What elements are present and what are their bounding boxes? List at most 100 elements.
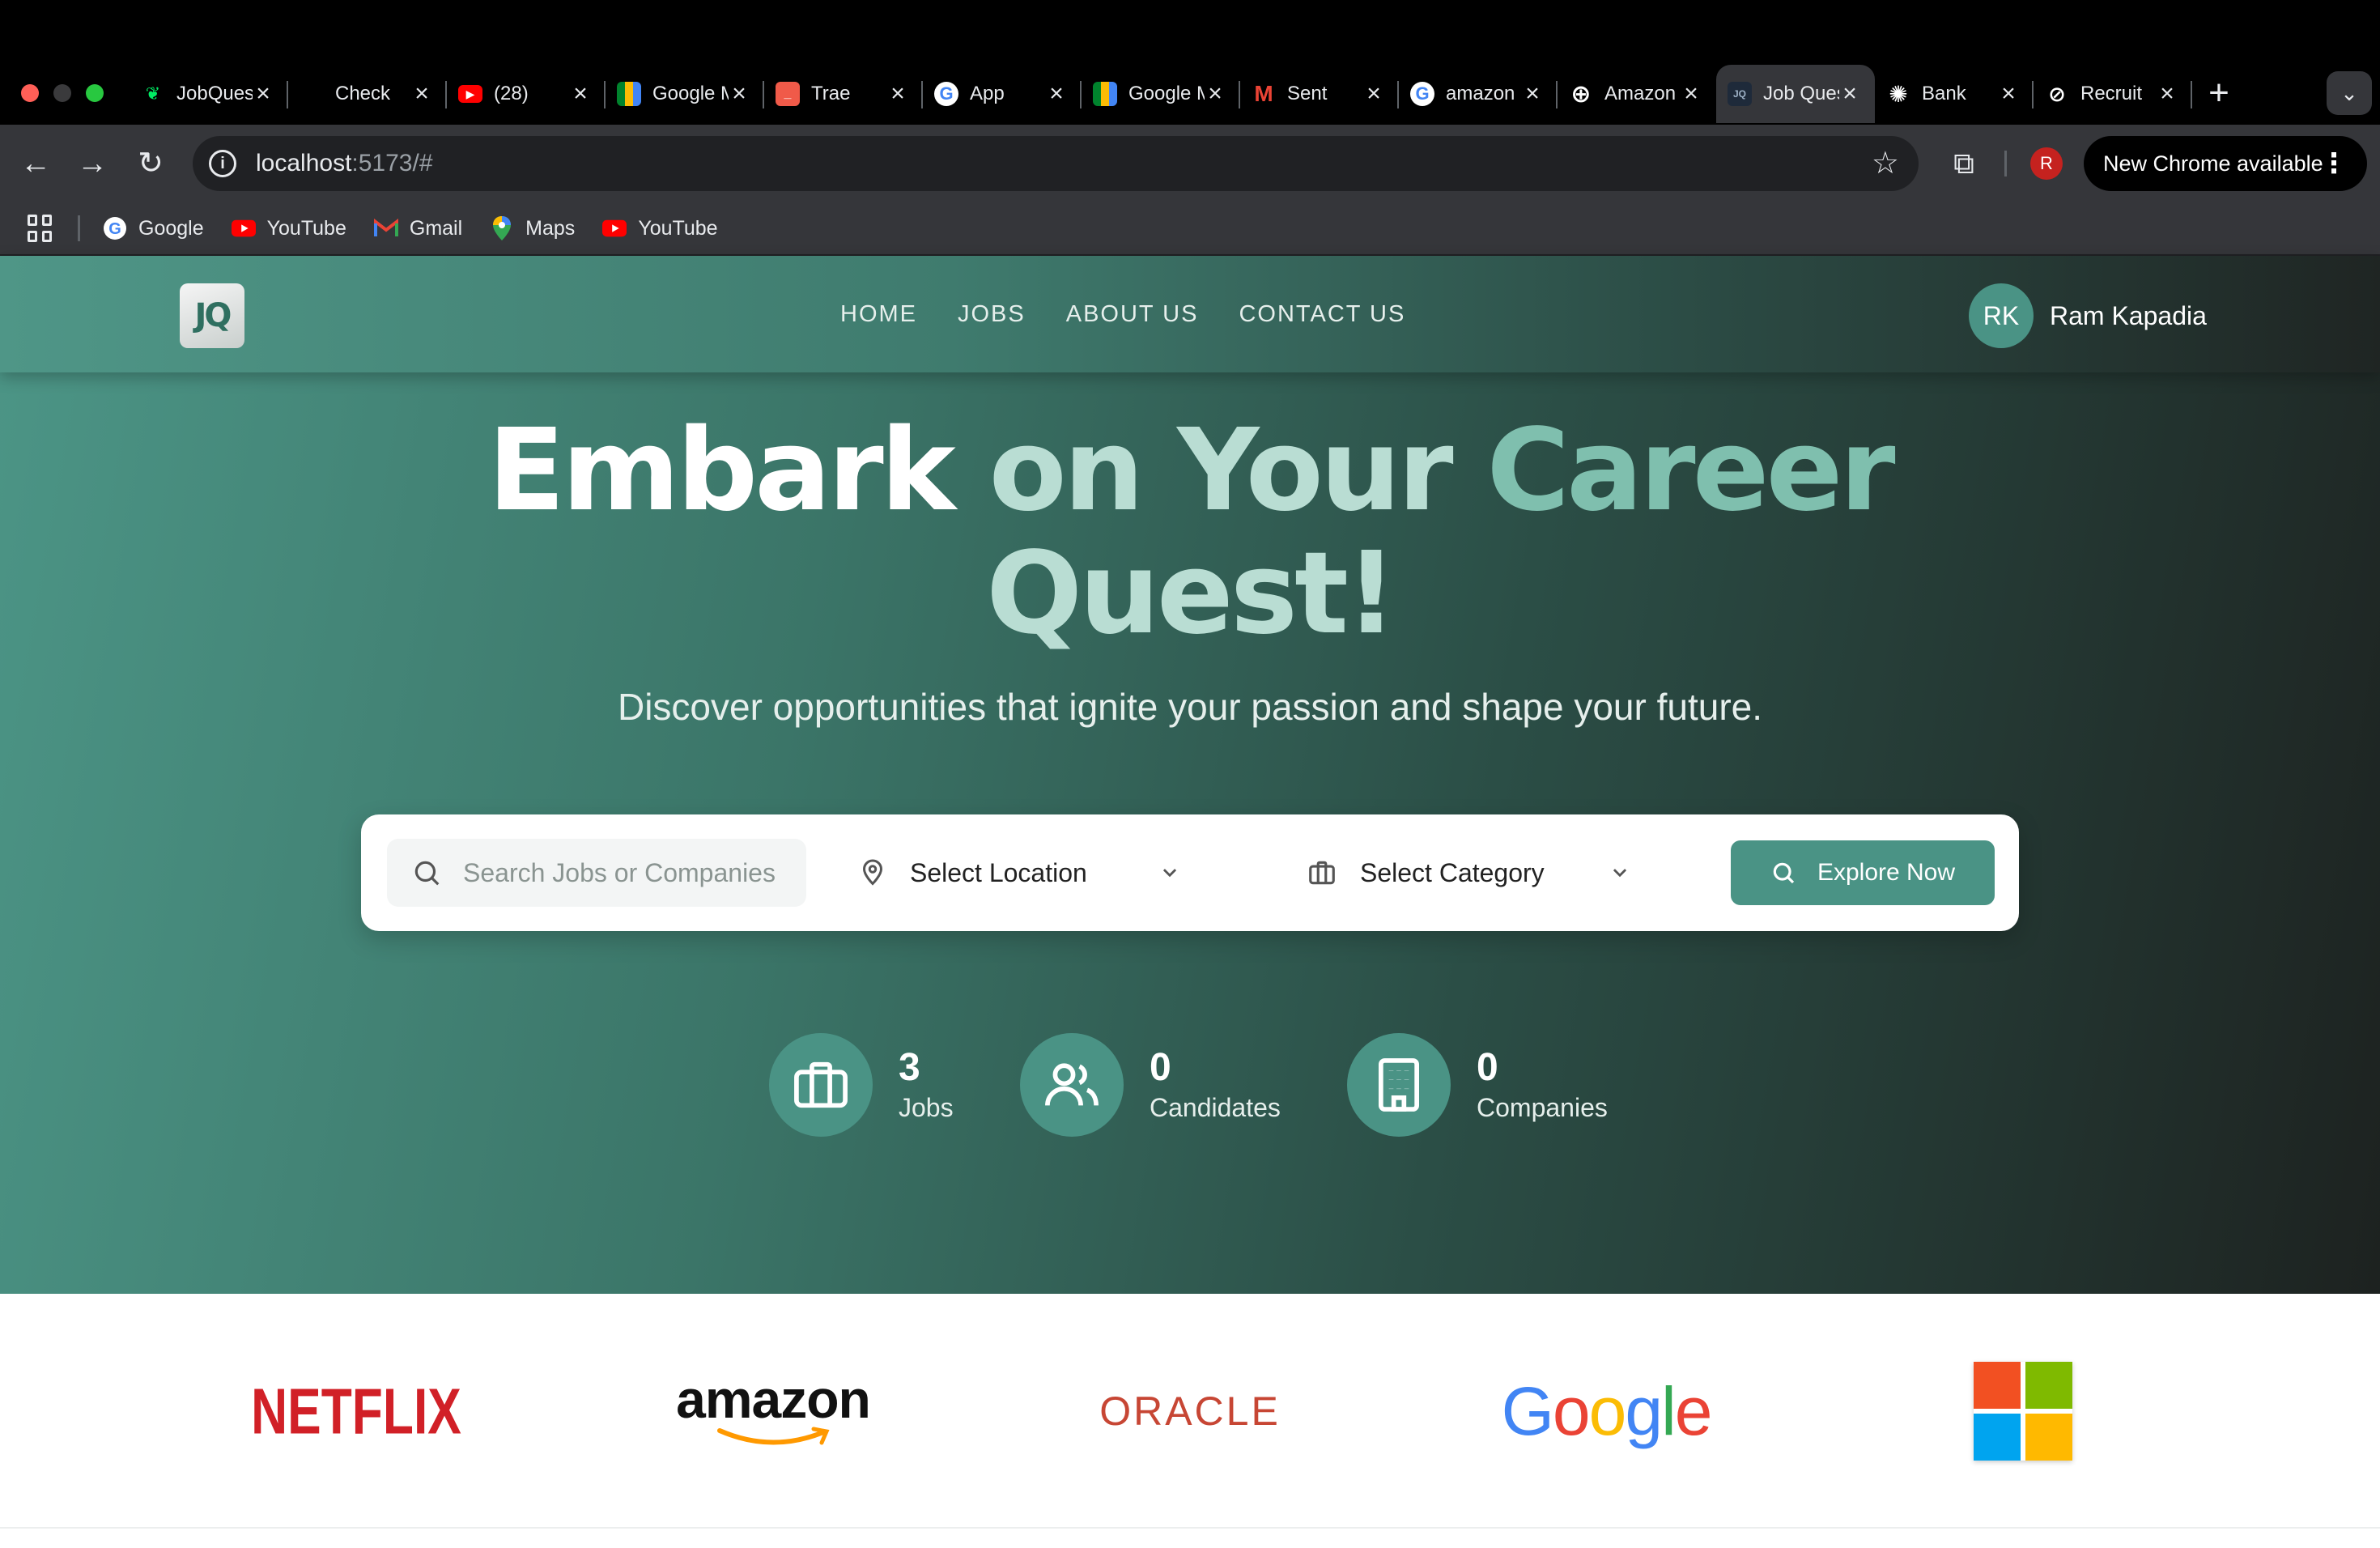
job-search-bar: Select Location Select Category Explore … (361, 814, 2019, 931)
bookmark-google[interactable]: G Google (103, 216, 204, 240)
bookmark-youtube[interactable]: YouTube (602, 216, 718, 240)
browser-tab[interactable]: ▶ (28) × (447, 65, 606, 123)
bookmark-label: YouTube (638, 216, 718, 240)
browser-tab[interactable]: _ Trae × (764, 65, 923, 123)
forward-button[interactable]: → (70, 141, 115, 186)
bookmark-maps[interactable]: Maps (490, 216, 575, 240)
hero-headline: Embark on Your Career Quest! (0, 410, 2380, 656)
tab-close-icon[interactable]: × (1363, 80, 1384, 108)
headline-word-career: Career (1486, 405, 1895, 537)
google-logo: Google (1502, 1294, 1713, 1529)
tab-title: App (970, 83, 1005, 104)
users-icon (1020, 1033, 1124, 1137)
browser-tab[interactable]: Google Meet × (1082, 65, 1240, 123)
map-pin-icon (862, 859, 883, 886)
chevron-down-icon (1162, 869, 1177, 878)
tab-close-icon[interactable]: × (411, 80, 432, 108)
jobquest-icon: JQ (1728, 82, 1752, 106)
tab-close-icon[interactable]: × (1681, 80, 1702, 108)
browser-tab[interactable]: ⊘ Recruit × (2034, 65, 2192, 123)
google-icon: G (1410, 82, 1434, 106)
briefcase-icon (1309, 861, 1335, 885)
headline-word-embark: Embark (487, 405, 955, 537)
tab-close-icon[interactable]: × (2157, 80, 2178, 108)
trae-icon: _ (776, 82, 800, 106)
svg-text:G: G (108, 220, 121, 238)
microsoft-logo-square (1974, 1414, 2021, 1461)
browser-tab[interactable]: M Sent × (1240, 65, 1399, 123)
tab-title: Trae (811, 83, 851, 104)
stat-value: 0 (1477, 1046, 1498, 1089)
window-minimize-button[interactable] (53, 84, 71, 102)
tab-close-icon[interactable]: × (1046, 80, 1067, 108)
building-icon (1347, 1033, 1451, 1137)
tab-title: JobQuest (176, 83, 253, 104)
bookmark-label: Maps (525, 216, 576, 240)
category-select[interactable]: Select Category (1307, 839, 1695, 907)
google-meet-icon (617, 82, 641, 106)
site-logo[interactable]: JQ (180, 283, 244, 348)
gmail-icon (373, 216, 398, 240)
tab-search-button[interactable]: ⌄ (2327, 71, 2372, 115)
bookmark-youtube[interactable]: YouTube (231, 216, 346, 240)
nav-about-us[interactable]: ABOUT US (1066, 301, 1199, 328)
tab-close-icon[interactable]: × (729, 80, 750, 108)
search-field[interactable] (387, 839, 806, 907)
window-close-button[interactable] (21, 84, 39, 102)
blank-icon (300, 82, 324, 106)
browser-tab[interactable]: ❦ JobQuest × (130, 65, 288, 123)
browser-tab[interactable]: Check × (288, 65, 447, 123)
user-menu[interactable]: RK Ram Kapadia (1969, 283, 2207, 348)
microsoft-logo (1972, 1294, 2074, 1529)
tab-title: Job Quest (1763, 83, 1839, 104)
gmail-icon: M (1254, 81, 1273, 106)
address-bar[interactable]: i localhost:5173/# ☆ (193, 136, 1919, 191)
tab-title: (28) (494, 83, 529, 104)
bookmark-star-icon[interactable]: ☆ (1872, 146, 1899, 181)
apps-grid-icon[interactable] (28, 215, 55, 242)
browser-tab[interactable]: G amazon × (1399, 65, 1558, 123)
nav-home[interactable]: HOME (840, 301, 917, 328)
tab-close-icon[interactable]: × (887, 80, 908, 108)
google-wordmark: Google (1501, 1372, 1713, 1449)
new-chrome-available-button[interactable]: New Chrome available ⋮ (2084, 136, 2367, 191)
browser-tab[interactable]: ✺ Bank × (1875, 65, 2034, 123)
browser-tab[interactable]: Google Meet × (606, 65, 764, 123)
tab-close-icon[interactable]: × (1998, 80, 2019, 108)
tab-close-icon[interactable]: × (1522, 80, 1543, 108)
browser-tab[interactable]: ⊕ Amazon × (1558, 65, 1716, 123)
mongodb-leaf-icon: ❦ (145, 83, 161, 104)
window-maximize-button[interactable] (86, 84, 104, 102)
hero-section: JQ HOME JOBS ABOUT US CONTACT US RK Ram … (0, 256, 2380, 1294)
nav-contact-us[interactable]: CONTACT US (1239, 301, 1405, 328)
nav-jobs[interactable]: JOBS (958, 301, 1026, 328)
tab-title: amazon (1446, 83, 1515, 104)
extensions-puzzle-icon[interactable]: ⧉ (1941, 141, 1987, 186)
tab-close-icon[interactable]: × (253, 80, 274, 108)
amazon-logo: amazon (672, 1294, 874, 1529)
url-host: localhost (256, 150, 352, 176)
tab-close-icon[interactable]: × (1839, 80, 1860, 108)
user-avatar[interactable]: RK (1969, 283, 2034, 348)
tab-close-icon[interactable]: × (570, 80, 591, 108)
google-icon: G (934, 82, 958, 106)
new-tab-button[interactable]: + (2199, 73, 2239, 113)
reload-button[interactable]: ↻ (128, 141, 173, 186)
bookmark-gmail[interactable]: Gmail (373, 216, 462, 240)
kebab-menu-icon[interactable]: ⋮ (2320, 136, 2348, 191)
back-button[interactable]: ← (13, 141, 58, 186)
search-icon (1773, 862, 1795, 884)
recruit-icon: ⊘ (2048, 81, 2066, 106)
browser-tab-active[interactable]: JQ Job Quest × (1716, 65, 1875, 123)
search-input[interactable] (463, 857, 803, 888)
tab-close-icon[interactable]: × (1205, 80, 1226, 108)
microsoft-logo-square (1974, 1362, 2021, 1409)
site-info-icon[interactable]: i (209, 150, 236, 177)
tab-title: Recruit (2080, 83, 2143, 104)
microsoft-logo-square (2025, 1362, 2072, 1409)
tab-title: Amazon (1604, 83, 1677, 104)
profile-avatar[interactable]: R (2030, 147, 2063, 180)
explore-now-button[interactable]: Explore Now (1731, 840, 1995, 905)
briefcase-icon (769, 1033, 873, 1137)
browser-tab[interactable]: G App × (923, 65, 1082, 123)
